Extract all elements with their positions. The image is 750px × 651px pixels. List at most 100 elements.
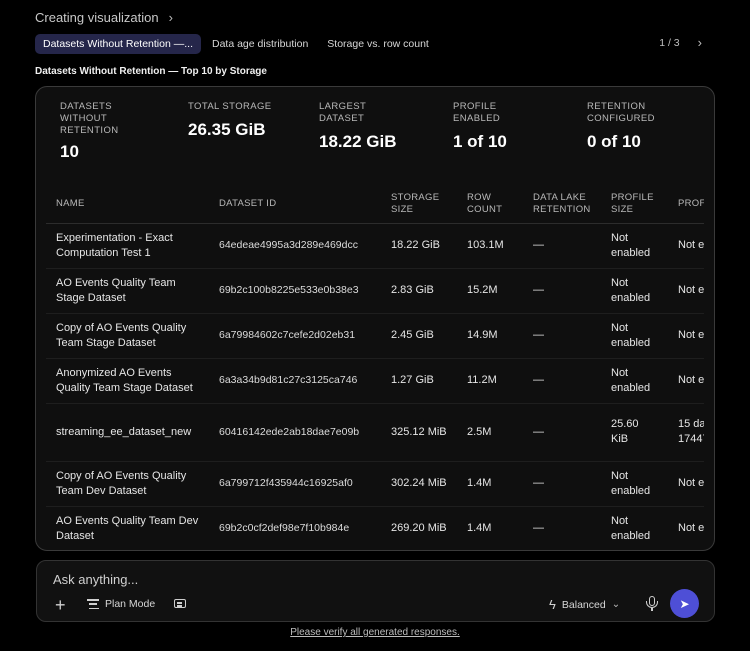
cell-row-count: 15.2M — [457, 268, 523, 314]
datasets-table: NAME DATASET ID STORAGE SIZE ROW COUNT D… — [46, 185, 704, 550]
cell-prof: Not e — [668, 223, 704, 269]
visualization-title: Datasets Without Retention — Top 10 by S… — [35, 66, 267, 77]
cell-retention: — — [523, 223, 601, 269]
cell-storage-size: 1.27 GiB — [381, 358, 457, 404]
mode-selector[interactable]: ϟ Balanced ⌄ — [549, 597, 620, 612]
cell-prof: Not e — [668, 358, 704, 404]
datasets-table-scroll[interactable]: NAME DATASET ID STORAGE SIZE ROW COUNT D… — [46, 185, 704, 550]
table-row[interactable]: AO Events Quality Team Dev Dataset 69b2c… — [46, 506, 704, 550]
column-header-data-lake-retention[interactable]: DATA LAKE RETENTION — [523, 185, 601, 224]
stat-value: 10 — [60, 142, 79, 161]
cell-retention: — — [523, 268, 601, 314]
cell-prof: 15 da comp 17447 — [668, 403, 704, 462]
cell-row-count: 14.9M — [457, 313, 523, 359]
cell-dataset-id: 6a79984602c7cefe2d02eb31 — [209, 313, 381, 359]
cell-profile-size: Not enabled — [601, 268, 668, 314]
send-button[interactable]: ➤ — [670, 589, 699, 618]
plan-mode-button[interactable]: Plan Mode — [87, 598, 155, 610]
cell-storage-size: 2.83 GiB — [381, 268, 457, 314]
stat-label: PROFILE ENABLED — [453, 101, 501, 124]
stat-label: TOTAL STORAGE — [188, 101, 272, 112]
stat-datasets-without-retention: DATASETS WITHOUT RETENTION 10 — [60, 101, 160, 162]
tab-bar: Datasets Without Retention —... Data age… — [35, 34, 714, 54]
cell-dataset-id: 60416142ede2ab18dae7e09b — [209, 403, 381, 462]
stat-total-storage: TOTAL STORAGE 26.35 GiB — [188, 101, 298, 140]
cell-prof: Not e — [668, 268, 704, 314]
cell-row-count: 103.1M — [457, 223, 523, 269]
cell-dataset-id: 69b2c100b8225e533e0b38e3 — [209, 268, 381, 314]
stat-value: 0 of 10 — [587, 132, 641, 151]
cell-profile-size: Not enabled — [601, 223, 668, 269]
cell-name: Copy of AO Events Quality Team Stage Dat… — [46, 313, 209, 359]
cell-dataset-id: 69b2c0cf2def98e7f10b984e — [209, 506, 381, 550]
cell-retention: — — [523, 358, 601, 404]
stat-retention-configured: RETENTION CONFIGURED 0 of 10 — [587, 101, 687, 152]
cell-dataset-id: 64edeae4995a3d289e469dcc — [209, 223, 381, 269]
stat-value: 1 of 10 — [453, 132, 507, 151]
caption-icon[interactable] — [174, 599, 186, 608]
chevron-right-icon[interactable]: › — [169, 11, 173, 24]
stat-label: RETENTION CONFIGURED — [587, 101, 655, 124]
table-row[interactable]: Experimentation - Exact Computation Test… — [46, 223, 704, 269]
cell-name: Copy of AO Events Quality Team Dev Datas… — [46, 461, 209, 507]
cell-storage-size: 325.12 MiB — [381, 403, 457, 462]
plan-mode-label: Plan Mode — [105, 598, 156, 610]
visualization-card: DATASETS WITHOUT RETENTION 10 TOTAL STOR… — [35, 86, 715, 551]
tab-data-age-distribution[interactable]: Data age distribution — [204, 35, 316, 53]
cell-row-count: 2.5M — [457, 403, 523, 462]
column-header-name[interactable]: NAME — [46, 185, 209, 224]
ask-anything-input[interactable] — [53, 569, 473, 589]
cell-profile-size: Not enabled — [601, 506, 668, 550]
column-header-profile-size[interactable]: PROFILE SIZE — [601, 185, 668, 224]
cell-retention: — — [523, 403, 601, 462]
tab-storage-vs-row-count[interactable]: Storage vs. row count — [319, 35, 437, 53]
cell-retention: — — [523, 506, 601, 550]
cell-storage-size: 18.22 GiB — [381, 223, 457, 269]
cell-storage-size: 269.20 MiB — [381, 506, 457, 550]
stat-largest-dataset: LARGEST DATASET 18.22 GiB — [319, 101, 399, 152]
chevron-right-icon[interactable]: › — [698, 36, 702, 49]
pager-text: 1 / 3 — [659, 36, 680, 49]
cell-name: AO Events Quality Team Stage Dataset — [46, 268, 209, 314]
plus-icon[interactable]: + — [55, 595, 66, 616]
chevron-down-icon: ⌄ — [611, 598, 621, 610]
disclaimer: Please verify all generated responses. — [0, 627, 750, 638]
column-header-prof[interactable]: PROF — [668, 185, 704, 224]
verify-responses-link[interactable]: Please verify all generated responses. — [290, 627, 460, 638]
cell-name: Anonymized AO Events Quality Team Stage … — [46, 358, 209, 404]
mode-label: Balanced — [561, 598, 606, 611]
cell-row-count: 1.4M — [457, 506, 523, 550]
column-header-storage-size[interactable]: STORAGE SIZE — [381, 185, 457, 224]
cell-retention: — — [523, 313, 601, 359]
stat-value: 18.22 GiB — [319, 132, 397, 151]
header: Creating visualization › — [35, 10, 173, 25]
cell-storage-size: 302.24 MiB — [381, 461, 457, 507]
cell-storage-size: 2.45 GiB — [381, 313, 457, 359]
cell-prof: Not e — [668, 461, 704, 507]
table-row[interactable]: Copy of AO Events Quality Team Stage Dat… — [46, 313, 704, 359]
table-row[interactable]: AO Events Quality Team Stage Dataset 69b… — [46, 268, 704, 314]
stat-label: LARGEST DATASET — [319, 101, 366, 124]
send-icon: ➤ — [679, 596, 690, 611]
cell-dataset-id: 6a799712f435944c16925af0 — [209, 461, 381, 507]
cell-name: Experimentation - Exact Computation Test… — [46, 223, 209, 269]
cell-prof: Not e — [668, 506, 704, 550]
cell-name: AO Events Quality Team Dev Dataset — [46, 506, 209, 550]
microphone-icon[interactable] — [646, 596, 658, 612]
pager: 1 / 3 › — [659, 36, 702, 49]
stat-profile-enabled: PROFILE ENABLED 1 of 10 — [453, 101, 533, 152]
cell-profile-size: Not enabled — [601, 461, 668, 507]
header-title: Creating visualization — [35, 10, 159, 25]
column-header-row-count[interactable]: ROW COUNT — [457, 185, 523, 224]
table-header-row: NAME DATASET ID STORAGE SIZE ROW COUNT D… — [46, 185, 704, 224]
table-row[interactable]: Copy of AO Events Quality Team Dev Datas… — [46, 461, 704, 507]
cell-prof: Not e — [668, 313, 704, 359]
cell-profile-size: Not enabled — [601, 358, 668, 404]
column-header-dataset-id[interactable]: DATASET ID — [209, 185, 381, 224]
table-row[interactable]: streaming_ee_dataset_new 60416142ede2ab1… — [46, 403, 704, 462]
plan-mode-icon — [87, 599, 99, 609]
table-row[interactable]: Anonymized AO Events Quality Team Stage … — [46, 358, 704, 404]
tab-datasets-without-retention[interactable]: Datasets Without Retention —... — [35, 34, 201, 54]
bolt-icon: ϟ — [549, 597, 556, 612]
cell-retention: — — [523, 461, 601, 507]
